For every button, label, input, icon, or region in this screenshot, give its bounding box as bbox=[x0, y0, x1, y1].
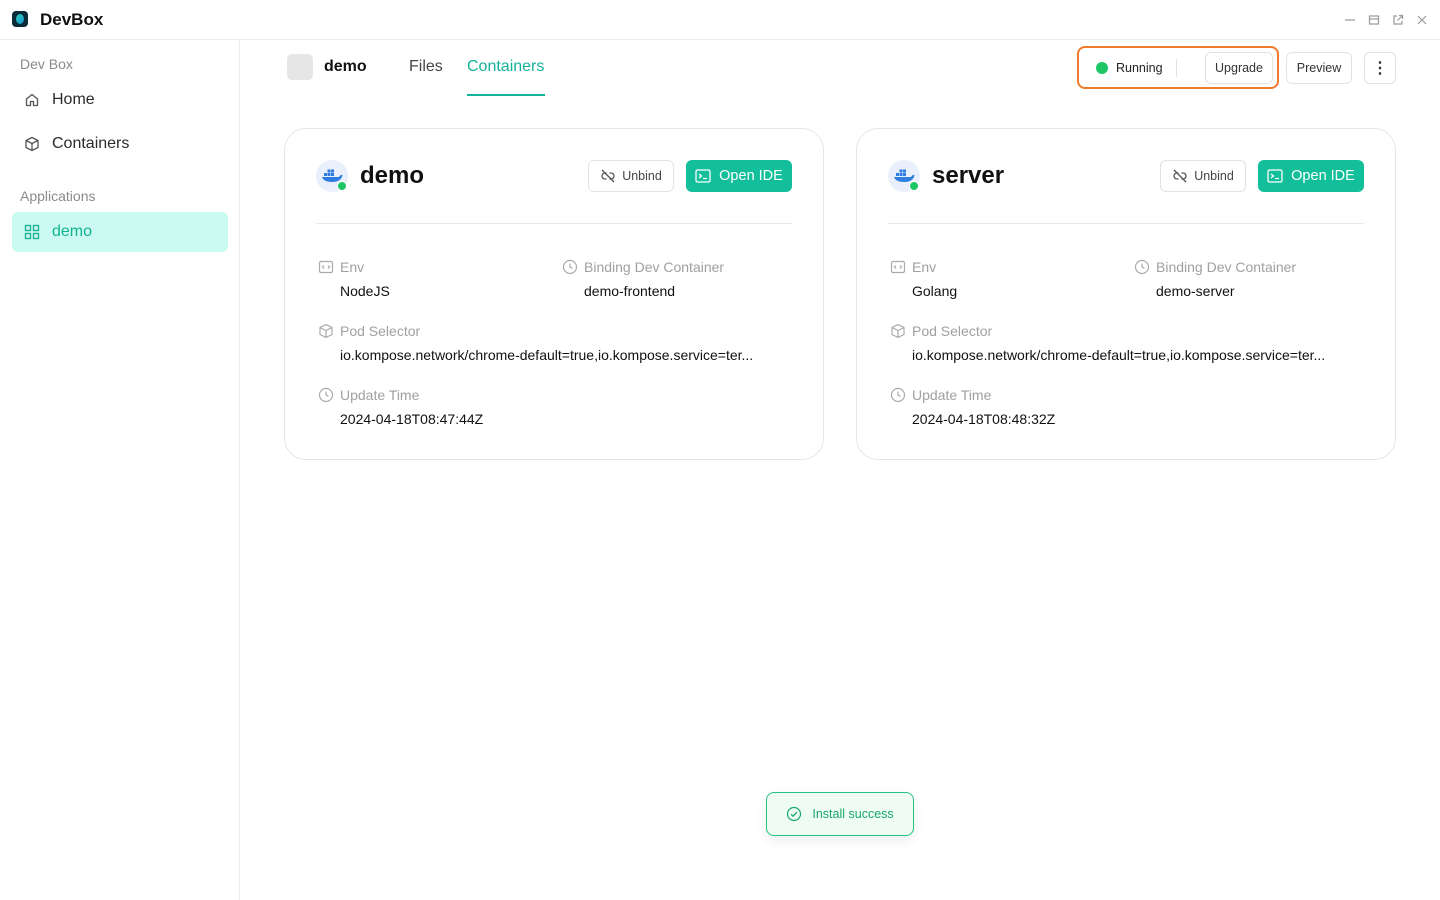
env-value: NodeJS bbox=[340, 283, 390, 299]
container-card-demo: demo Unbind Open IDE Env NodeJS Binding … bbox=[284, 128, 824, 460]
container-status-dot bbox=[337, 181, 347, 191]
code-icon bbox=[318, 259, 334, 275]
window-controls bbox=[1344, 10, 1428, 30]
card-divider bbox=[316, 223, 792, 224]
binding-value: demo-server bbox=[1156, 283, 1235, 299]
status-divider bbox=[1176, 59, 1177, 77]
sidebar: Dev Box Home Containers Applications dem… bbox=[0, 40, 240, 900]
open-ide-label: Open IDE bbox=[719, 168, 783, 184]
toast-message: Install success bbox=[812, 807, 894, 821]
title-bar: DevBox bbox=[0, 0, 1440, 40]
box-icon bbox=[890, 323, 906, 339]
clock-icon bbox=[562, 259, 578, 275]
app-thumbnail bbox=[287, 54, 313, 80]
container-status-dot bbox=[909, 181, 919, 191]
unbind-label: Unbind bbox=[1194, 169, 1234, 183]
pod-selector-value: io.kompose.network/chrome-default=true,i… bbox=[912, 347, 1326, 363]
pod-selector-label: Pod Selector bbox=[340, 323, 421, 339]
app-name: demo bbox=[324, 58, 367, 75]
tab-containers[interactable]: Containers bbox=[467, 58, 544, 76]
env-label: Env bbox=[340, 259, 365, 275]
open-ide-label: Open IDE bbox=[1291, 168, 1355, 184]
unbind-button[interactable]: Unbind bbox=[588, 160, 674, 192]
popout-icon[interactable] bbox=[1392, 10, 1404, 30]
binding-value: demo-frontend bbox=[584, 283, 676, 299]
update-time-value: 2024-04-18T08:48:32Z bbox=[912, 411, 1056, 427]
sidebar-item-label: Containers bbox=[52, 135, 130, 152]
running-status-dot bbox=[1096, 62, 1108, 74]
install-success-toast: Install success bbox=[766, 792, 914, 836]
sidebar-item-home[interactable]: Home bbox=[12, 80, 228, 120]
status-text: Running bbox=[1116, 61, 1163, 75]
clock-icon bbox=[890, 387, 906, 403]
close-icon[interactable] bbox=[1416, 10, 1428, 30]
app-header: demo Files Containers Running Upgrade Pr… bbox=[240, 40, 1440, 96]
restore-icon[interactable] bbox=[1368, 10, 1380, 30]
sidebar-item-containers[interactable]: Containers bbox=[12, 124, 228, 164]
container-card-server: server Unbind Open IDE Env Golang Bindin… bbox=[856, 128, 1396, 460]
home-icon bbox=[25, 93, 39, 107]
terminal-icon bbox=[1267, 169, 1283, 183]
env-label: Env bbox=[912, 259, 937, 275]
sidebar-item-label: demo bbox=[52, 223, 93, 240]
pod-selector-label: Pod Selector bbox=[912, 323, 993, 339]
update-time-label: Update Time bbox=[912, 387, 992, 403]
app-logo bbox=[12, 11, 28, 27]
upgrade-button[interactable]: Upgrade bbox=[1205, 52, 1273, 84]
tab-files[interactable]: Files bbox=[409, 58, 443, 76]
check-circle-icon bbox=[787, 806, 802, 822]
unlink-icon bbox=[1173, 169, 1187, 183]
env-value: Golang bbox=[912, 283, 958, 299]
container-name: server bbox=[932, 162, 1005, 189]
box-icon bbox=[318, 323, 334, 339]
grid-icon bbox=[24, 224, 40, 240]
minimize-icon[interactable] bbox=[1344, 10, 1356, 30]
open-ide-button[interactable]: Open IDE bbox=[1258, 160, 1364, 192]
clock-icon bbox=[318, 387, 334, 403]
sidebar-item-label: Home bbox=[52, 91, 95, 108]
unbind-label: Unbind bbox=[622, 169, 662, 183]
sidebar-section-devbox: Dev Box bbox=[20, 56, 73, 72]
unbind-button[interactable]: Unbind bbox=[1160, 160, 1246, 192]
card-divider bbox=[888, 223, 1364, 224]
preview-button[interactable]: Preview bbox=[1286, 52, 1352, 84]
pod-selector-value: io.kompose.network/chrome-default=true,i… bbox=[340, 347, 754, 363]
update-time-label: Update Time bbox=[340, 387, 420, 403]
open-ide-button[interactable]: Open IDE bbox=[686, 160, 792, 192]
more-options-button[interactable]: ⋮ bbox=[1364, 52, 1396, 84]
code-icon bbox=[890, 259, 906, 275]
sidebar-item-demo[interactable]: demo bbox=[12, 212, 228, 252]
terminal-icon bbox=[695, 169, 711, 183]
container-name: demo bbox=[360, 162, 425, 189]
clock-icon bbox=[1134, 259, 1150, 275]
update-time-value: 2024-04-18T08:47:44Z bbox=[340, 411, 484, 427]
binding-label: Binding Dev Container bbox=[584, 259, 725, 275]
app-title: DevBox bbox=[40, 10, 104, 29]
box-icon bbox=[25, 136, 39, 152]
sidebar-section-applications: Applications bbox=[20, 188, 96, 204]
unlink-icon bbox=[601, 169, 615, 183]
binding-label: Binding Dev Container bbox=[1156, 259, 1297, 275]
active-tab-indicator bbox=[467, 94, 545, 96]
